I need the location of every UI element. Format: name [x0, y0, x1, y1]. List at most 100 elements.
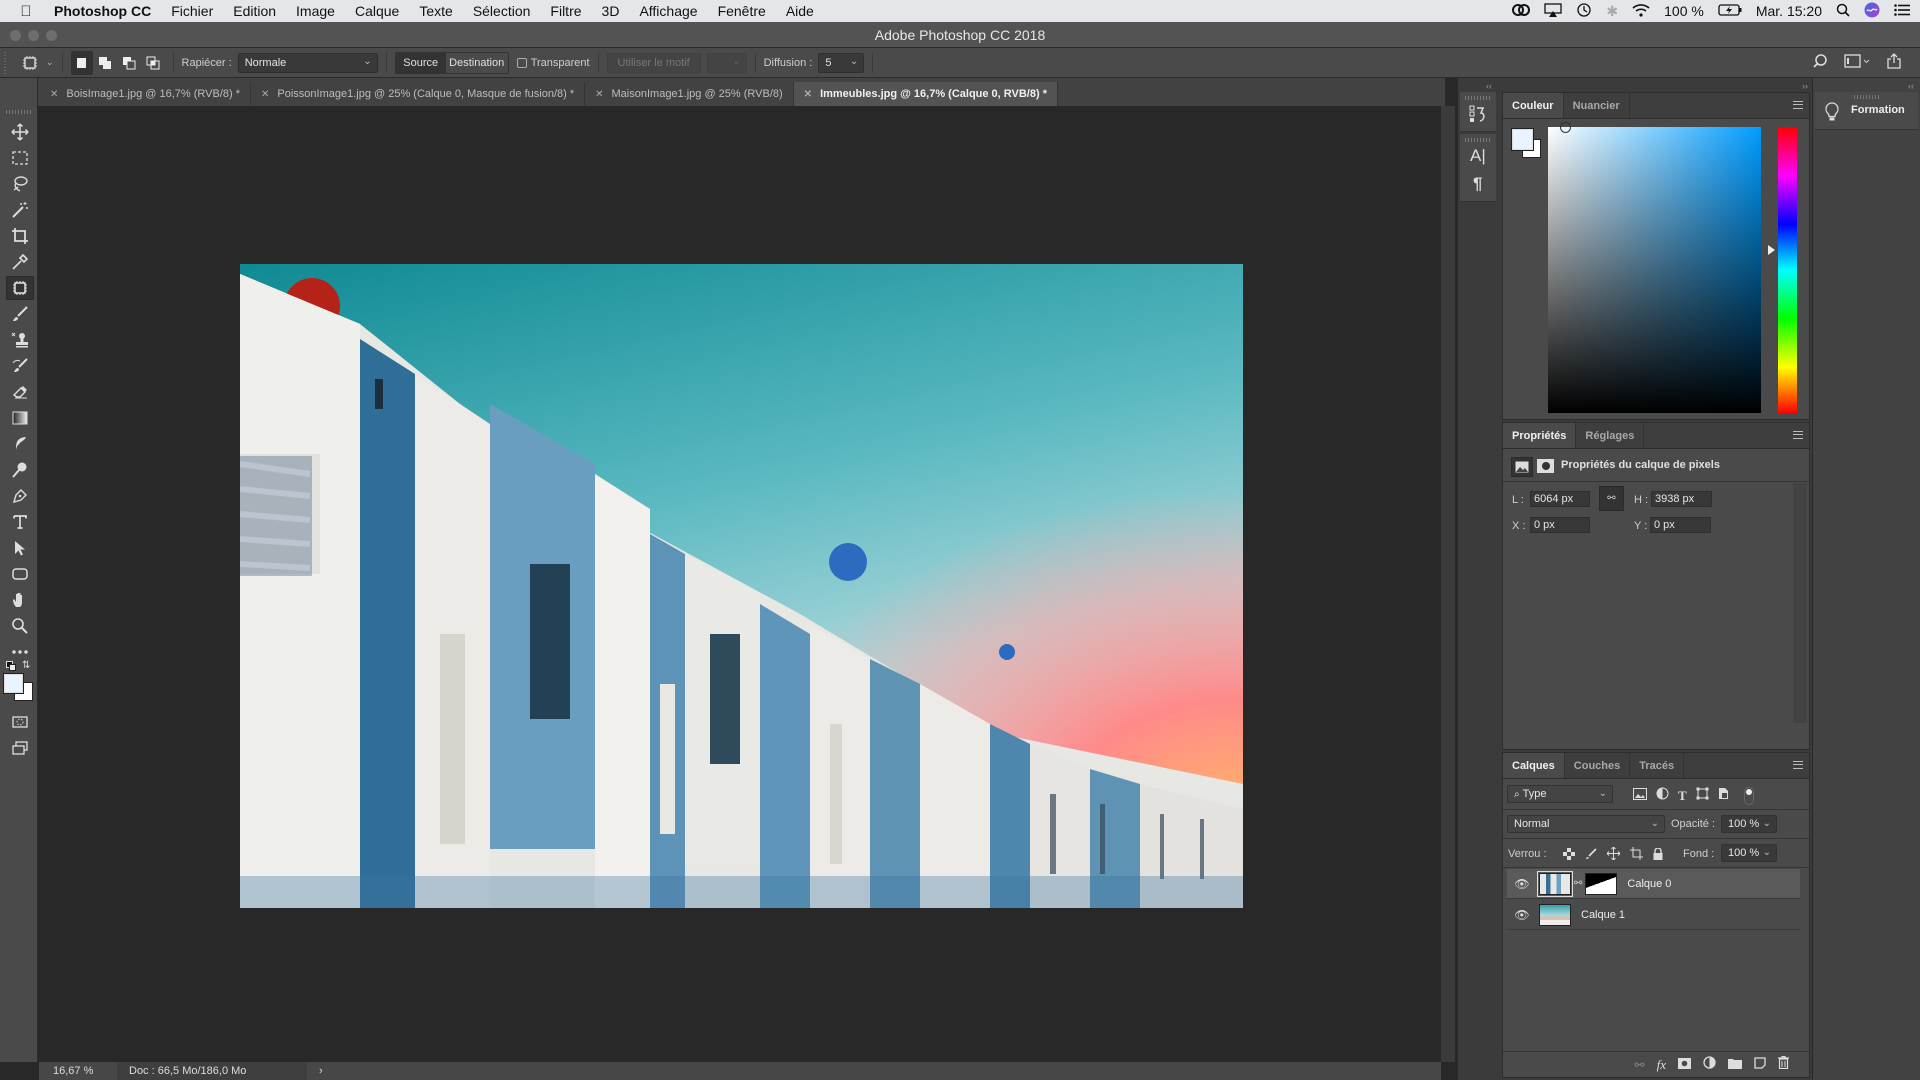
- menu-filtre[interactable]: Filtre: [540, 3, 591, 19]
- y-field[interactable]: 0 px: [1650, 517, 1711, 533]
- filter-shape-icon[interactable]: [1696, 787, 1709, 805]
- lock-all-icon[interactable]: [1653, 846, 1663, 863]
- link-layers-icon[interactable]: ⚯: [1635, 1058, 1645, 1072]
- new-group-icon[interactable]: [1728, 1056, 1742, 1074]
- filter-type-icon[interactable]: T: [1678, 788, 1687, 804]
- canvas-area[interactable]: [39, 106, 1441, 1062]
- menu-image[interactable]: Image: [286, 3, 345, 19]
- paragraph-panel-icon[interactable]: ¶: [1473, 174, 1482, 194]
- close-tab-icon[interactable]: ✕: [595, 89, 603, 100]
- history-brush-tool-icon[interactable]: [6, 354, 34, 378]
- patch-mode-select[interactable]: Normale ⌄: [237, 52, 378, 73]
- options-grip[interactable]: [4, 51, 6, 74]
- layer-name[interactable]: Calque 1: [1581, 909, 1625, 921]
- quick-mask-icon[interactable]: [6, 710, 34, 734]
- blend-mode-select[interactable]: Normal ⌄: [1507, 815, 1665, 833]
- smudge-tool-icon[interactable]: [6, 432, 34, 456]
- opacity-field[interactable]: 100 % ⌄: [1721, 815, 1777, 833]
- visibility-eye-icon[interactable]: 👁︎: [1507, 908, 1537, 922]
- clone-stamp-tool-icon[interactable]: [6, 328, 34, 352]
- filter-pixel-icon[interactable]: [1633, 787, 1647, 805]
- clock[interactable]: Mar. 15:20: [1756, 3, 1822, 19]
- layer-row-calque-1[interactable]: 👁︎ Calque 1: [1507, 900, 1800, 930]
- layer-thumbnail[interactable]: [1539, 903, 1571, 926]
- tab-maisonimage1[interactable]: ✕ MaisonImage1.jpg @ 25% (RVB/8): [585, 82, 794, 106]
- layer-mask-thumbnail[interactable]: [1585, 872, 1618, 895]
- panel-grip[interactable]: [1465, 96, 1491, 100]
- canvas-scrollbar[interactable]: [1441, 106, 1455, 1062]
- zoom-window-button[interactable]: [46, 30, 57, 41]
- add-mask-icon[interactable]: [1678, 1056, 1691, 1074]
- color-picker-handle[interactable]: [1560, 122, 1571, 133]
- foreground-color-swatch[interactable]: [3, 673, 24, 694]
- tab-poissonimage1[interactable]: ✕ PoissonImage1.jpg @ 25% (Calque 0, Masq…: [251, 82, 586, 106]
- tab-traces[interactable]: Tracés: [1630, 753, 1685, 778]
- tab-nuancier[interactable]: Nuancier: [1564, 93, 1630, 118]
- menu-fenetre[interactable]: Fenêtre: [708, 3, 776, 19]
- width-field[interactable]: 6064 px: [1530, 491, 1590, 507]
- panel-menu-icon[interactable]: [1793, 101, 1803, 109]
- document-image[interactable]: [240, 264, 1243, 908]
- time-machine-icon[interactable]: [1576, 2, 1592, 21]
- panel-grip[interactable]: [1465, 138, 1491, 142]
- menu-calque[interactable]: Calque: [345, 3, 409, 19]
- close-tab-icon[interactable]: ✕: [804, 89, 812, 100]
- wifi-icon[interactable]: [1632, 3, 1650, 20]
- dodge-tool-icon[interactable]: [6, 458, 34, 482]
- properties-scrollbar[interactable]: [1793, 483, 1807, 723]
- share-icon[interactable]: [1886, 53, 1902, 72]
- lock-transparency-icon[interactable]: [1563, 847, 1575, 863]
- tool-preset-chevron-icon[interactable]: ⌄: [46, 57, 54, 68]
- pattern-picker[interactable]: ⌄: [706, 52, 747, 73]
- rectangle-tool-icon[interactable]: [6, 562, 34, 586]
- menu-3d[interactable]: 3D: [592, 3, 630, 19]
- pixel-layer-icon[interactable]: [1511, 457, 1533, 477]
- character-panel-icon[interactable]: A|: [1470, 146, 1486, 166]
- screen-mode-icon[interactable]: [6, 736, 34, 760]
- airplay-icon[interactable]: [1544, 2, 1563, 20]
- marquee-tool-icon[interactable]: [6, 146, 34, 170]
- menu-selection[interactable]: Sélection: [463, 3, 541, 19]
- layer-filter-select[interactable]: ⌕ Type ⌄: [1507, 785, 1613, 803]
- spotlight-icon[interactable]: [1836, 3, 1850, 20]
- hue-slider-handle[interactable]: [1768, 245, 1775, 255]
- filter-adjustment-icon[interactable]: [1656, 787, 1669, 805]
- close-window-button[interactable]: [10, 30, 21, 41]
- tab-immeubles[interactable]: ✕ Immeubles.jpg @ 16,7% (Calque 0, RVB/8)…: [793, 82, 1058, 106]
- tab-couches[interactable]: Couches: [1565, 753, 1631, 778]
- hand-tool-icon[interactable]: [6, 588, 34, 612]
- zoom-tool-icon[interactable]: [6, 614, 34, 638]
- patch-tool-icon[interactable]: [6, 276, 34, 300]
- close-tab-icon[interactable]: ✕: [261, 89, 269, 100]
- panel-grip[interactable]: [1853, 95, 1880, 99]
- subtract-selection-icon[interactable]: [117, 53, 141, 73]
- x-field[interactable]: 0 px: [1530, 517, 1590, 533]
- hue-slider[interactable]: [1778, 127, 1797, 413]
- intersect-selection-icon[interactable]: [141, 53, 165, 73]
- panel-menu-icon[interactable]: [1793, 761, 1803, 769]
- patch-tool-icon[interactable]: [16, 53, 44, 73]
- tab-reglages[interactable]: Réglages: [1576, 423, 1645, 448]
- search-icon[interactable]: [1812, 53, 1828, 72]
- filter-toggle[interactable]: [1743, 787, 1754, 805]
- foreground-color-swatch[interactable]: [1511, 128, 1534, 151]
- fx-icon[interactable]: fx: [1657, 1057, 1666, 1073]
- new-selection-icon[interactable]: [70, 50, 93, 75]
- source-button[interactable]: Source: [395, 52, 446, 73]
- brush-tool-icon[interactable]: [6, 302, 34, 326]
- layer-row-calque-0[interactable]: 👁︎ ⚯ Calque 0: [1507, 869, 1800, 899]
- siri-icon[interactable]: [1864, 2, 1880, 21]
- collapse-dock-icon[interactable]: ‹‹: [1908, 81, 1914, 91]
- apple-icon[interactable]: : [0, 3, 52, 20]
- lock-artboard-icon[interactable]: [1630, 847, 1643, 863]
- panel-menu-icon[interactable]: [1793, 431, 1803, 439]
- notification-center-icon[interactable]: [1894, 3, 1910, 19]
- tab-proprietes[interactable]: Propriétés: [1503, 423, 1577, 448]
- magic-wand-tool-icon[interactable]: [6, 198, 34, 222]
- menu-edition[interactable]: Edition: [223, 3, 286, 19]
- fill-field[interactable]: 100 % ⌄: [1721, 844, 1777, 862]
- diffusion-select[interactable]: 5 ⌄: [818, 52, 865, 73]
- layer-name[interactable]: Calque 0: [1627, 878, 1671, 890]
- menu-app-name[interactable]: Photoshop CC: [52, 3, 161, 19]
- filter-smart-object-icon[interactable]: [1718, 787, 1729, 805]
